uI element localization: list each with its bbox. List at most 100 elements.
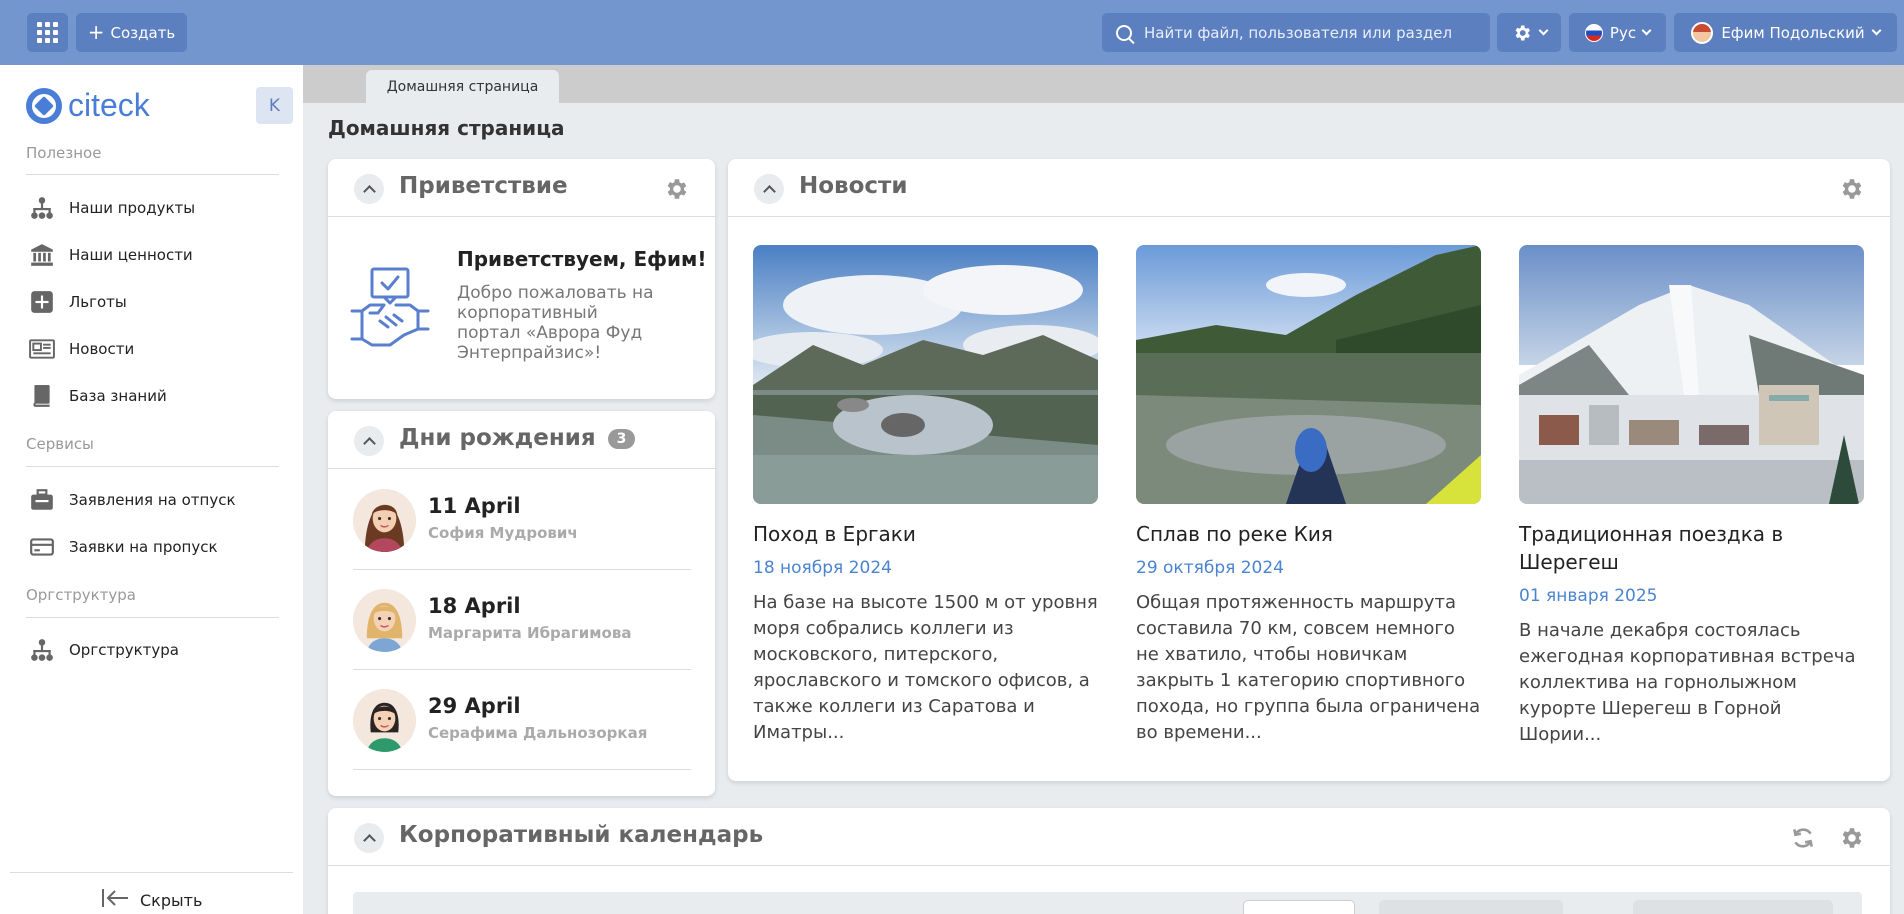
widget-title: Корпоративный календарь [399, 822, 764, 848]
birthday-item[interactable]: 29 April Серафима Дальнозоркая [353, 670, 691, 770]
birthday-item[interactable]: 18 April Маргарита Ибрагимова [353, 570, 691, 670]
citeck-logo-icon [26, 87, 62, 124]
gear-icon[interactable] [1838, 825, 1864, 851]
search-icon [1116, 24, 1132, 41]
calendar-period-switcher[interactable] [1633, 900, 1833, 914]
section-title-services: Сервисы [26, 435, 94, 453]
top-bar: + Создать Найти файл, пользователя или р… [0, 0, 1904, 65]
calendar-view-tab[interactable] [1243, 900, 1355, 914]
sidebar-item-news[interactable]: Новости [28, 334, 134, 364]
collapse-widget-button[interactable] [354, 823, 384, 853]
section-divider [26, 174, 279, 175]
sidebar-item-label: Заявления на отпуск [69, 491, 236, 509]
gear-icon[interactable] [1838, 176, 1864, 202]
search-input[interactable]: Найти файл, пользователя или раздел [1102, 13, 1490, 52]
sidebar-item-label: Оргструктура [69, 641, 179, 659]
citeck-logo[interactable]: citeck [26, 87, 150, 124]
sidebar-item-label: База знаний [69, 387, 167, 405]
birthday-date: 18 April [428, 594, 521, 618]
sidebar-item-org-structure[interactable]: Оргструктура [28, 635, 179, 665]
news-title[interactable]: Сплав по реке Кия [1136, 520, 1481, 548]
bank-icon [28, 242, 56, 268]
birthday-item[interactable]: 11 April София Мудрович [353, 470, 691, 570]
news-excerpt: Общая протяженность маршрута составила 7… [1136, 592, 1481, 743]
widget-title: Дни рождения 3 [399, 425, 636, 451]
card-icon [28, 534, 56, 560]
welcome-widget: Приветствие Приветствуем, Ефим! Добро по… [328, 159, 715, 399]
widget-header: Новости [728, 159, 1890, 217]
user-name: Ефим Подольский [1721, 23, 1865, 42]
org-structure-icon [28, 195, 56, 221]
hide-sidebar-button[interactable]: Скрыть [100, 887, 202, 913]
news-image-ski-resort[interactable] [1519, 245, 1864, 504]
sidebar-collapse-button[interactable]: K [256, 87, 293, 124]
widget-title-text: Дни рождения [399, 425, 596, 451]
sidebar-item-pass-requests[interactable]: Заявки на пропуск [28, 532, 218, 562]
chevron-down-icon [1871, 25, 1882, 36]
news-card[interactable]: Традиционная поездка в Шерегеш 01 января… [1519, 245, 1864, 748]
section-divider [26, 466, 279, 467]
birthday-person-name: Серафима Дальнозоркая [428, 724, 648, 742]
avatar [353, 589, 416, 652]
news-card[interactable]: Сплав по реке Кия 29 октября 2024 Общая … [1136, 245, 1481, 746]
sidebar-item-products[interactable]: Наши продукты [28, 193, 195, 223]
tab-strip: Домашняя страница [303, 65, 1904, 103]
collapse-widget-button[interactable] [354, 426, 384, 456]
sidebar-footer-divider [10, 872, 293, 873]
birthday-date: 11 April [428, 494, 521, 518]
tab-home[interactable]: Домашняя страница [366, 70, 559, 103]
create-button[interactable]: + Создать [76, 13, 187, 52]
collapse-widget-button[interactable] [354, 174, 384, 204]
birthdays-widget: Дни рождения 3 11 April София Мудрович 18… [328, 411, 715, 796]
collapse-left-icon [100, 887, 130, 913]
chevron-down-icon [1538, 25, 1548, 36]
settings-menu-button[interactable] [1497, 13, 1561, 52]
welcome-heading: Приветствуем, Ефим! [457, 247, 707, 271]
sidebar-item-vacation-requests[interactable]: Заявления на отпуск [28, 485, 236, 515]
collapse-widget-button[interactable] [754, 174, 784, 204]
news-title[interactable]: Традиционная поездка в Шерегеш [1519, 520, 1864, 576]
widget-title: Приветствие [399, 173, 568, 199]
suitcase-icon [28, 487, 56, 513]
chevron-up-icon [362, 437, 376, 450]
user-avatar [1691, 21, 1714, 44]
avatar [353, 489, 416, 552]
birthday-date: 29 April [428, 694, 521, 718]
news-image-river[interactable] [1136, 245, 1481, 504]
section-title-org: Оргструктура [26, 586, 136, 604]
news-excerpt: На базе на высоте 1500 м от уровня моря … [753, 592, 1098, 743]
refresh-icon[interactable] [1790, 825, 1816, 851]
calendar-nav-control[interactable] [1379, 900, 1563, 914]
news-card[interactable]: Поход в Ергаки 18 ноября 2024 На базе на… [753, 245, 1098, 746]
chevron-down-icon [1641, 25, 1652, 36]
news-widget: Новости Поход в Ергаки 18 ноября 2024 На… [728, 159, 1890, 781]
widget-header: Дни рождения 3 [328, 411, 715, 469]
page-title: Домашняя страница [328, 116, 565, 140]
language-selector[interactable]: Рус [1569, 13, 1666, 52]
widget-header: Корпоративный календарь [328, 808, 1890, 866]
widget-header: Приветствие [328, 159, 715, 217]
news-image-mountain-lake[interactable] [753, 245, 1098, 504]
sidebar-item-knowledge-base[interactable]: База знаний [28, 381, 167, 411]
news-title[interactable]: Поход в Ергаки [753, 520, 1098, 548]
sidebar-item-label: Наши продукты [69, 199, 196, 217]
welcome-text: Добро пожаловать на корпоративный портал… [457, 283, 654, 363]
section-title-useful: Полезное [26, 144, 102, 162]
sidebar: citeck K Полезное Наши продукты Наши цен… [0, 65, 303, 914]
apps-menu-button[interactable] [27, 13, 68, 52]
handshake-icon [350, 267, 430, 347]
user-menu-button[interactable]: Ефим Подольский [1674, 13, 1897, 52]
sidebar-item-values[interactable]: Наши ценности [28, 240, 193, 270]
avatar [353, 689, 416, 752]
newspaper-icon [28, 336, 56, 362]
news-date: 01 января 2025 [1519, 586, 1658, 606]
news-date: 29 октября 2024 [1136, 558, 1285, 578]
org-structure-icon [28, 637, 56, 663]
section-divider [26, 617, 279, 618]
sidebar-item-benefits[interactable]: Льготы [28, 287, 127, 317]
apps-grid-icon [37, 22, 58, 43]
news-excerpt: В начале декабря состоялась ежегодная ко… [1519, 620, 1856, 745]
gear-icon[interactable] [663, 176, 689, 202]
create-button-label: Создать [110, 23, 176, 42]
sidebar-item-label: Новости [69, 340, 135, 358]
